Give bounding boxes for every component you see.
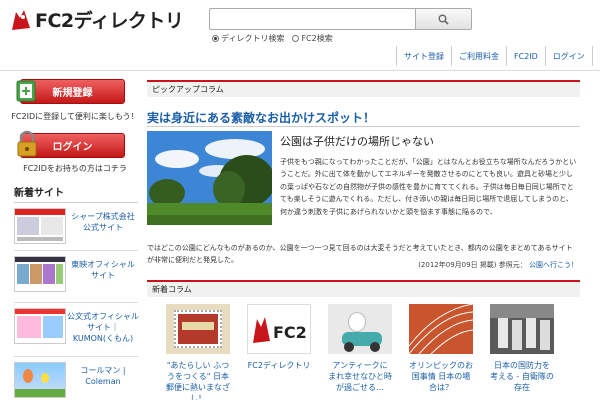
site-thumb <box>14 308 66 344</box>
card-image <box>409 304 473 354</box>
card-image <box>328 304 392 354</box>
radio-fc2-label: FC2検索 <box>301 34 333 43</box>
site-item-kumon[interactable]: 公文式オフィシャル サイト｜ KUMON(くもん) <box>14 308 140 348</box>
search-bar <box>209 8 472 30</box>
search-icon <box>438 14 449 25</box>
nav-login[interactable]: ログイン <box>544 46 593 66</box>
radio-dot[interactable] <box>292 35 300 42</box>
new-sites-heading: 新着サイト <box>14 188 64 199</box>
top-nav: サイト登録 ご利用料金 FC2ID ログイン <box>396 46 593 66</box>
site-label: 公文式オフィシャル サイト｜ KUMON(くもん) <box>67 312 139 343</box>
pickup-dateline: (2012年09月09日 掲載) 参照元： 公園へ行こう！ <box>418 260 578 270</box>
register-note: FC2IDに登録して便利に楽しもう！ <box>11 112 139 121</box>
pickup-subtitle: 公園は子供だけの場所じゃない <box>280 135 434 148</box>
login-note: FC2IDをお持ちの方はコチラ <box>23 164 127 173</box>
card-image: FC2 <box>247 304 311 354</box>
site-item-sharp[interactable]: シャープ株式会社 公式サイト <box>14 208 140 248</box>
site-divider <box>14 302 138 303</box>
column-card-olympics[interactable]: オリンピックのお 国事情 日本の場 合は？ <box>409 304 473 393</box>
site-item-toei[interactable]: 東映オフィシャル サイト <box>14 256 140 296</box>
park-photo[interactable] <box>147 131 272 225</box>
fc2-logo[interactable]: FC2ディレクトリ <box>10 6 184 33</box>
ref-label: 参照元： <box>498 261 527 269</box>
radio-fc2[interactable]: FC2検索 <box>292 33 333 44</box>
pickup-headline[interactable]: 実は身近にある素敵なお出かけスポット！ <box>147 109 375 126</box>
site-thumb <box>14 362 66 398</box>
lock-icon <box>17 130 37 157</box>
nav-fc2id[interactable]: FC2ID <box>506 46 545 66</box>
site-thumb <box>14 256 66 292</box>
new-sites-divider <box>14 202 138 203</box>
card-title: 日本の国防力を 考える - 自衛隊の 存在 <box>490 361 554 392</box>
card-image <box>490 304 554 354</box>
login-button[interactable]: ログイン <box>17 130 125 158</box>
site-divider <box>14 250 138 251</box>
login-label: ログイン <box>52 142 93 153</box>
nav-pricing[interactable]: ご利用料金 <box>451 46 506 66</box>
radio-dot-selected[interactable] <box>212 35 219 42</box>
fc2-mark-icon <box>10 8 32 32</box>
logo-text: FC2ディレクトリ <box>35 10 184 32</box>
radio-directory-label: ディレクトリ検索 <box>221 34 285 43</box>
search-input[interactable] <box>209 8 416 30</box>
search-type-radios: ディレクトリ検索 FC2検索 <box>212 33 333 44</box>
site-label: コールマン | Coleman <box>80 366 126 386</box>
register-badge-icon <box>16 80 36 102</box>
new-columns-header: 新着コラム <box>147 280 580 297</box>
pickup-date: (2012年09月09日 掲載) <box>418 261 497 269</box>
column-card-defense[interactable]: 日本の国防力を 考える - 自衛隊の 存在 <box>490 304 554 393</box>
site-item-coleman[interactable]: コールマン | Coleman <box>14 362 140 400</box>
card-title: オリンピックのお 国事情 日本の場 合は？ <box>409 361 473 392</box>
register-button[interactable]: 新規登録 <box>16 79 125 104</box>
site-label: シャープ株式会社 公式サイト <box>71 212 135 232</box>
nav-site-register[interactable]: サイト登録 <box>396 46 451 66</box>
column-card-japan-post[interactable]: "あたらしい ふつうをつくる" 日本郵便に熱いまなざし！ <box>166 304 230 400</box>
ref-link[interactable]: 公園へ行こう！ <box>529 261 578 269</box>
svg-text:FC2: FC2 <box>273 323 307 342</box>
site-label: 東映オフィシャル サイト <box>71 260 135 280</box>
card-title: FC2ディレクトリ <box>247 361 311 370</box>
pickup-section-header: ピックアップコラム <box>147 80 580 97</box>
column-card-fc2[interactable]: FC2 FC2ディレクトリ <box>247 304 311 371</box>
radio-directory[interactable]: ディレクトリ検索 <box>212 33 284 44</box>
search-button[interactable] <box>416 8 472 30</box>
card-image <box>166 304 230 354</box>
pickup-body: 子供をもつ親になってわかったことだが、「公園」とはなんとお役立ちな場所なんだろう… <box>280 158 577 216</box>
site-thumb <box>14 208 66 244</box>
column-card-antique[interactable]: アンティークに まれ幸せなひと時 が過ごせる… <box>328 304 392 393</box>
header-divider <box>0 70 600 71</box>
register-label: 新規登録 <box>52 88 93 99</box>
headline-divider <box>147 126 580 127</box>
card-title: "あたらしい ふつうをつくる" 日本郵便に熱いまなざし！ <box>166 361 230 400</box>
card-title: アンティークに まれ幸せなひと時 が過ごせる… <box>328 361 392 392</box>
site-divider <box>14 356 138 357</box>
